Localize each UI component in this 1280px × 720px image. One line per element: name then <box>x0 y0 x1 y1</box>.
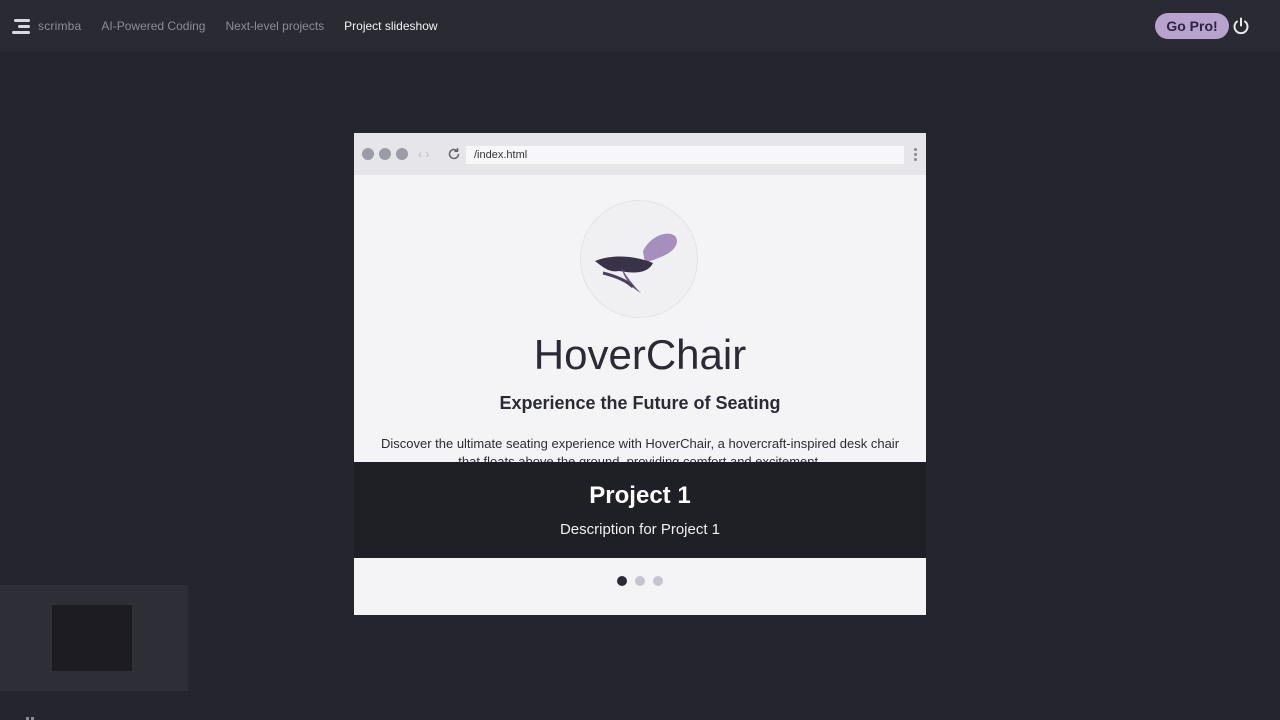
breadcrumb-course[interactable]: AI-Powered Coding <box>101 19 205 33</box>
chair-icon <box>595 233 677 293</box>
indicator-dot-1[interactable] <box>617 575 627 586</box>
address-bar: /index.html <box>466 146 904 164</box>
go-pro-button[interactable]: Go Pro! <box>1155 13 1229 39</box>
pause-icon[interactable] <box>26 712 36 720</box>
scrimba-logo-icon <box>10 18 30 34</box>
breadcrumb: AI-Powered Coding Next-level projects Pr… <box>101 19 457 33</box>
scrimba-logo[interactable]: scrimba <box>10 18 81 34</box>
browser-menu-icon <box>914 148 918 162</box>
reload-icon <box>449 148 460 160</box>
top-nav-bar: scrimba AI-Powered Coding Next-level pro… <box>0 0 1280 52</box>
site-title: HoverChair <box>533 331 747 378</box>
site-description: Discover the ultimate seating experience… <box>380 436 900 462</box>
logo-text: scrimba <box>38 19 82 33</box>
window-minimize-dot <box>379 148 391 160</box>
video-frame <box>52 605 132 671</box>
site-subtitle: Experience the Future of Seating <box>499 393 781 413</box>
power-icon[interactable] <box>1232 17 1250 35</box>
breadcrumb-lesson[interactable]: Project slideshow <box>344 19 437 33</box>
window-close-dot <box>362 148 374 160</box>
indicator-dot-2[interactable] <box>635 575 645 586</box>
back-arrow-icon: ‹ › <box>418 147 430 161</box>
caption-description: Description for Project 1 <box>559 521 721 538</box>
indicator-dot-3[interactable] <box>653 575 663 586</box>
window-maximize-dot <box>396 148 408 160</box>
caption-title: Project 1 <box>589 482 691 509</box>
instructor-video-thumbnail[interactable] <box>0 585 188 691</box>
slide-indicators <box>354 558 926 615</box>
breadcrumb-module[interactable]: Next-level projects <box>225 19 324 33</box>
slide-caption: Project 1 Description for Project 1 <box>354 462 926 558</box>
hoverchair-image <box>581 201 697 317</box>
browser-toolbar: ‹ › /index.html <box>354 133 926 175</box>
slide-preview: ‹ › /index.html HoverChair Experience th… <box>354 133 926 462</box>
